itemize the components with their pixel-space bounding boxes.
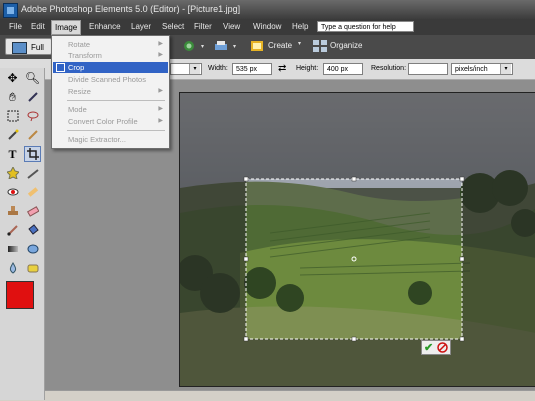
crop-icon[interactable] [24, 146, 41, 162]
menu-window[interactable]: Window [253, 22, 281, 31]
zoom-icon[interactable]: 🔍︎ [24, 70, 41, 86]
marquee-icon[interactable] [4, 108, 21, 124]
landscape-photo [180, 93, 535, 386]
selection-brush-icon[interactable] [24, 127, 41, 143]
menu-item-transform[interactable]: Transform ▶ [53, 50, 168, 61]
menu-item-convert-color-profile[interactable]: Convert Color Profile ▶ [53, 116, 168, 127]
move-icon[interactable]: ✥ [4, 70, 21, 86]
straighten-icon[interactable] [24, 165, 41, 181]
submenu-arrow-icon: ▶ [158, 41, 163, 47]
print-icon[interactable]: ▾ [214, 40, 236, 52]
organize-button[interactable]: Organize [330, 41, 362, 50]
gradient-icon[interactable] [4, 241, 21, 257]
aspect-ratio-select[interactable]: ▾ [170, 63, 202, 75]
create-dropdown-icon[interactable]: ▾ [298, 40, 301, 47]
organize-icon[interactable] [313, 40, 327, 52]
menu-view[interactable]: View [223, 22, 240, 31]
hand-icon[interactable]: ✋︎ [4, 89, 21, 105]
height-field[interactable]: 400 px [323, 63, 363, 75]
brush-icon[interactable] [4, 222, 21, 238]
app-icon [3, 3, 18, 18]
healing-brush-icon[interactable] [24, 184, 41, 200]
menu-separator [67, 130, 165, 131]
submenu-arrow-icon: ▶ [158, 88, 163, 94]
share-icon[interactable]: ▾ [182, 40, 204, 52]
lasso-icon[interactable] [24, 108, 41, 124]
full-edit-button[interactable]: Full E [5, 38, 52, 69]
red-eye-icon[interactable] [4, 184, 21, 200]
clone-stamp-icon[interactable] [4, 203, 21, 219]
menu-item-mode[interactable]: Mode ▶ [53, 104, 168, 115]
menu-separator [67, 100, 165, 101]
create-icon[interactable] [250, 40, 264, 52]
menu-enhance[interactable]: Enhance [89, 22, 121, 31]
menu-item-crop[interactable]: Crop [53, 62, 168, 73]
resolution-label: Resolution: [371, 65, 407, 72]
menu-file[interactable]: File [9, 22, 22, 31]
menu-item-divide-scanned-photos[interactable]: Divide Scanned Photos [53, 74, 168, 85]
full-edit-icon [12, 42, 27, 54]
type-icon[interactable]: T [4, 146, 21, 162]
foreground-color-swatch[interactable] [6, 281, 34, 309]
image-menu-dropdown: Rotate ▶ Transform ▶ Crop Divide Scanned P… [51, 35, 170, 149]
create-button[interactable]: Create [268, 41, 292, 50]
resolution-unit-select[interactable]: pixels/inch ▾ [451, 63, 513, 75]
menu-filter[interactable]: Filter [194, 22, 212, 31]
horizontal-scrollbar[interactable] [45, 390, 535, 401]
sponge-icon[interactable] [24, 260, 41, 276]
title-bar: Adobe Photoshop Elements 5.0 (Editor) - … [0, 0, 535, 19]
menu-item-magic-extractor[interactable]: Magic Extractor... [53, 134, 168, 145]
menu-help[interactable]: Help [292, 22, 308, 31]
crop-menu-icon [56, 63, 65, 72]
resolution-field[interactable] [408, 63, 448, 75]
document-image[interactable] [179, 92, 535, 387]
toolbox: ✥ 🔍︎ ✋︎ T [0, 68, 45, 400]
submenu-arrow-icon: ▶ [158, 52, 163, 58]
height-label: Height: [296, 65, 319, 72]
menu-edit[interactable]: Edit [31, 22, 45, 31]
paint-bucket-icon[interactable] [24, 222, 41, 238]
menu-image[interactable]: Image [51, 20, 82, 35]
blur-icon[interactable] [4, 260, 21, 276]
eyedropper-icon[interactable] [24, 89, 41, 105]
width-field[interactable]: 535 px [232, 63, 272, 75]
resolution-unit-value: pixels/inch [455, 66, 488, 73]
width-label: Width: [208, 65, 228, 72]
cookie-cutter-icon[interactable] [4, 165, 21, 181]
shape-icon[interactable] [24, 241, 41, 257]
crop-commit-controls: ✔ [421, 340, 451, 355]
window-title: Adobe Photoshop Elements 5.0 (Editor) - … [21, 4, 241, 14]
menu-item-resize[interactable]: Resize ▶ [53, 86, 168, 97]
submenu-arrow-icon: ▶ [158, 106, 163, 112]
menu-bar: File Edit Image Enhance Layer Select Fil… [0, 19, 535, 35]
eraser-icon[interactable] [24, 203, 41, 219]
help-search-input[interactable]: Type a question for help [317, 21, 414, 32]
cancel-icon[interactable] [437, 342, 448, 355]
magic-wand-icon[interactable] [4, 127, 21, 143]
submenu-arrow-icon: ▶ [158, 118, 163, 124]
menu-item-rotate[interactable]: Rotate ▶ [53, 39, 168, 50]
swap-dimensions-icon[interactable]: ⇄ [278, 63, 286, 74]
menu-layer[interactable]: Layer [131, 22, 151, 31]
print-dropdown-icon[interactable]: ▾ [233, 43, 236, 50]
commit-icon[interactable]: ✔ [424, 341, 433, 354]
menu-select[interactable]: Select [162, 22, 184, 31]
share-dropdown-icon[interactable]: ▾ [201, 43, 204, 50]
